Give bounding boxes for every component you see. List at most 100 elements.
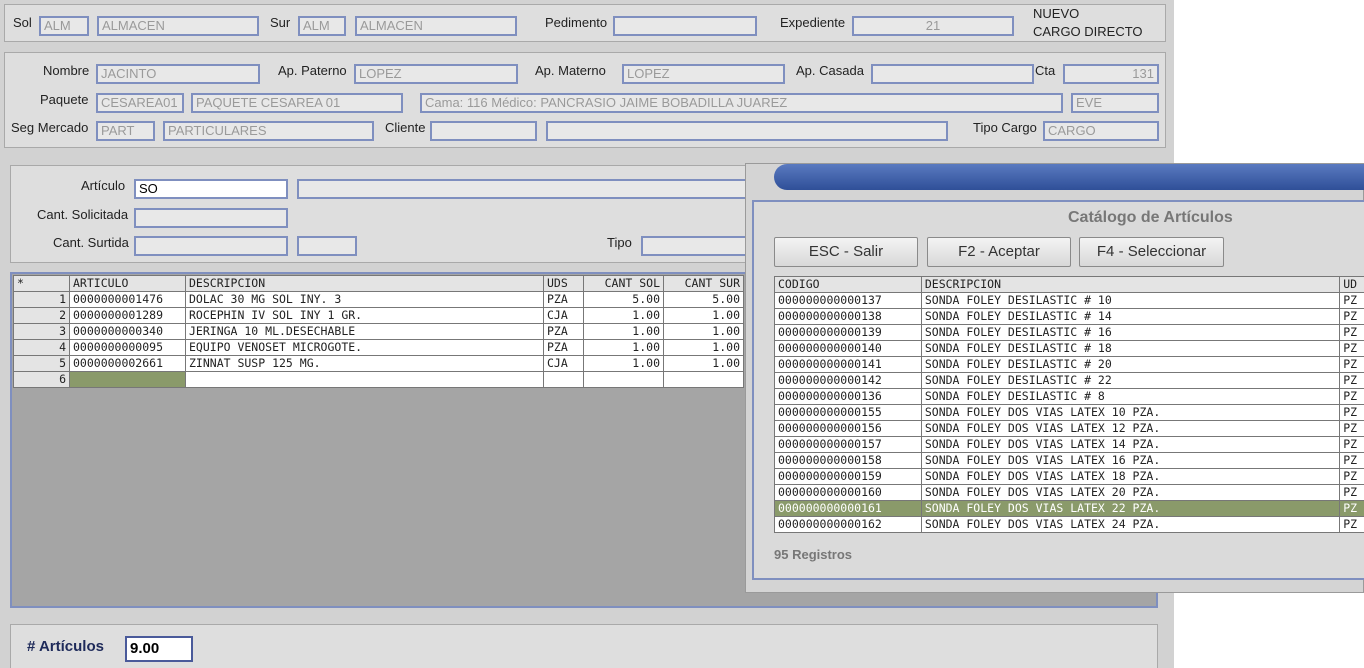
catalog-cell-ud[interactable]: PZ — [1339, 436, 1364, 453]
row-cant-sol[interactable]: 5.00 — [583, 291, 664, 308]
catalog-cell-descripcion[interactable]: SONDA FOLEY DESILASTIC # 22 — [920, 372, 1341, 389]
seg-code-field[interactable]: PART — [96, 121, 155, 141]
grid-header-uds[interactable]: UDS — [543, 275, 584, 292]
catalog-cell-descripcion[interactable]: SONDA FOLEY DESILASTIC # 20 — [920, 356, 1341, 373]
catalog-row[interactable]: 000000000000136 SONDA FOLEY DESILASTIC # … — [774, 388, 1364, 405]
grid-header-cant-sur[interactable]: CANT SUR — [663, 275, 744, 292]
row-articulo[interactable]: 0000000000095 — [69, 339, 186, 356]
table-row[interactable]: 6 — [13, 371, 744, 388]
catalog-cell-descripcion[interactable]: SONDA FOLEY DOS VIAS LATEX 12 PZA. — [920, 420, 1341, 437]
articulo-description-field[interactable] — [297, 179, 757, 199]
catalog-cell-codigo[interactable]: 000000000000137 — [774, 292, 922, 309]
esc-salir-button[interactable]: ESC - Salir — [774, 237, 918, 267]
articulos-count-field[interactable]: 9.00 — [125, 636, 193, 662]
row-articulo[interactable]: 0000000001476 — [69, 291, 186, 308]
catalog-cell-codigo[interactable]: 000000000000138 — [774, 308, 922, 325]
catalog-cell-codigo[interactable]: 000000000000155 — [774, 404, 922, 421]
tipo-field[interactable] — [641, 236, 757, 256]
row-cant-sur[interactable]: 1.00 — [663, 307, 744, 324]
cama-medico-field[interactable]: Cama: 116 Médico: PANCRASIO JAIME BOBADI… — [420, 93, 1063, 113]
catalog-row[interactable]: 000000000000156 SONDA FOLEY DOS VIAS LATE… — [774, 420, 1364, 437]
catalog-cell-ud[interactable]: PZ — [1339, 356, 1364, 373]
row-cant-sur[interactable]: 1.00 — [663, 323, 744, 340]
catalog-cell-descripcion[interactable]: SONDA FOLEY DOS VIAS LATEX 18 PZA. — [920, 468, 1341, 485]
cant-surtida-field[interactable] — [134, 236, 288, 256]
sur-code-field[interactable]: ALM — [298, 16, 346, 36]
articulo-input[interactable]: SO — [134, 179, 288, 199]
row-articulo[interactable]: 0000000002661 — [69, 355, 186, 372]
row-cant-sur[interactable]: 1.00 — [663, 355, 744, 372]
pedimento-field[interactable] — [613, 16, 757, 36]
row-descripcion[interactable]: ROCEPHIN IV SOL INY 1 GR. — [185, 307, 544, 324]
catalog-row[interactable]: 000000000000157 SONDA FOLEY DOS VIAS LATE… — [774, 436, 1364, 453]
catalog-cell-descripcion[interactable]: SONDA FOLEY DESILASTIC # 14 — [920, 308, 1341, 325]
row-cant-sol[interactable]: 1.00 — [583, 307, 664, 324]
row-articulo-active-cell[interactable] — [69, 371, 186, 388]
ap-paterno-field[interactable]: LOPEZ — [354, 64, 518, 84]
catalog-cell-ud[interactable]: PZ — [1339, 452, 1364, 469]
tipo-cargo-field[interactable]: CARGO — [1043, 121, 1159, 141]
table-row[interactable]: 1 0000000001476 DOLAC 30 MG SOL INY. 3 P… — [13, 291, 744, 308]
catalog-cell-descripcion[interactable]: SONDA FOLEY DOS VIAS LATEX 16 PZA. — [920, 452, 1341, 469]
grid-header-cant-sol[interactable]: CANT SOL — [583, 275, 664, 292]
expediente-field[interactable]: 21 — [852, 16, 1014, 36]
table-row[interactable]: 3 0000000000340 JERINGA 10 ML.DESECHABLE… — [13, 323, 744, 340]
catalog-cell-codigo[interactable]: 000000000000141 — [774, 356, 922, 373]
sur-name-field[interactable]: ALMACEN — [355, 16, 517, 36]
grid-header-articulo[interactable]: ARTICULO — [69, 275, 186, 292]
row-uds[interactable] — [543, 371, 584, 388]
catalog-cell-ud[interactable]: PZ — [1339, 324, 1364, 341]
catalog-row[interactable]: 000000000000138 SONDA FOLEY DESILASTIC # … — [774, 308, 1364, 325]
catalog-row[interactable]: 000000000000162 SONDA FOLEY DOS VIAS LATE… — [774, 516, 1364, 533]
catalog-row[interactable]: 000000000000141 SONDA FOLEY DESILASTIC # … — [774, 356, 1364, 373]
paquete-code-field[interactable]: CESAREA01 — [96, 93, 184, 113]
row-cant-sol[interactable] — [583, 371, 664, 388]
catalog-cell-ud[interactable]: PZ — [1339, 516, 1364, 533]
catalog-cell-codigo[interactable]: 000000000000158 — [774, 452, 922, 469]
catalog-cell-descripcion[interactable]: SONDA FOLEY DESILASTIC # 8 — [920, 388, 1341, 405]
catalog-cell-codigo[interactable]: 000000000000157 — [774, 436, 922, 453]
catalog-cell-ud[interactable]: PZ — [1339, 372, 1364, 389]
row-uds[interactable]: PZA — [543, 339, 584, 356]
catalog-title-bar[interactable] — [774, 164, 1364, 190]
catalog-cell-codigo[interactable]: 000000000000142 — [774, 372, 922, 389]
table-row[interactable]: 2 0000000001289 ROCEPHIN IV SOL INY 1 GR… — [13, 307, 744, 324]
paquete-name-field[interactable]: PAQUETE CESAREA 01 — [191, 93, 403, 113]
row-cant-sur[interactable] — [663, 371, 744, 388]
catalog-cell-codigo[interactable]: 000000000000161 — [774, 500, 922, 517]
catalog-cell-descripcion[interactable]: SONDA FOLEY DESILASTIC # 18 — [920, 340, 1341, 357]
cant-surtida-unit-field[interactable] — [297, 236, 357, 256]
row-cant-sol[interactable]: 1.00 — [583, 323, 664, 340]
ap-materno-field[interactable]: LOPEZ — [622, 64, 785, 84]
catalog-cell-codigo[interactable]: 000000000000162 — [774, 516, 922, 533]
f2-aceptar-button[interactable]: F2 - Aceptar — [927, 237, 1071, 267]
catalog-header-ud[interactable]: UD — [1339, 276, 1364, 293]
grid-header-descripcion[interactable]: DESCRIPCION — [185, 275, 544, 292]
catalog-cell-ud[interactable]: PZ — [1339, 388, 1364, 405]
catalog-header-descripcion[interactable]: DESCRIPCION — [920, 276, 1341, 293]
catalog-cell-descripcion[interactable]: SONDA FOLEY DOS VIAS LATEX 10 PZA. — [920, 404, 1341, 421]
catalog-cell-ud[interactable]: PZ — [1339, 404, 1364, 421]
catalog-row-selected[interactable]: 000000000000161 SONDA FOLEY DOS VIAS LATE… — [774, 500, 1364, 517]
catalog-row[interactable]: 000000000000137 SONDA FOLEY DESILASTIC # … — [774, 292, 1364, 309]
f4-seleccionar-button[interactable]: F4 - Seleccionar — [1079, 237, 1224, 267]
row-uds[interactable]: PZA — [543, 291, 584, 308]
row-descripcion[interactable]: EQUIPO VENOSET MICROGOTE. — [185, 339, 544, 356]
catalog-cell-codigo[interactable]: 000000000000156 — [774, 420, 922, 437]
row-uds[interactable]: CJA — [543, 355, 584, 372]
catalog-cell-codigo[interactable]: 000000000000140 — [774, 340, 922, 357]
catalog-cell-ud[interactable]: PZ — [1339, 420, 1364, 437]
row-articulo[interactable]: 0000000000340 — [69, 323, 186, 340]
catalog-cell-ud[interactable]: PZ — [1339, 292, 1364, 309]
catalog-row[interactable]: 000000000000139 SONDA FOLEY DESILASTIC # … — [774, 324, 1364, 341]
catalog-cell-codigo[interactable]: 000000000000159 — [774, 468, 922, 485]
catalog-cell-descripcion[interactable]: SONDA FOLEY DOS VIAS LATEX 14 PZA. — [920, 436, 1341, 453]
catalog-cell-descripcion[interactable]: SONDA FOLEY DOS VIAS LATEX 22 PZA. — [920, 500, 1341, 517]
row-descripcion[interactable]: JERINGA 10 ML.DESECHABLE — [185, 323, 544, 340]
row-uds[interactable]: CJA — [543, 307, 584, 324]
row-descripcion[interactable]: ZINNAT SUSP 125 MG. — [185, 355, 544, 372]
nombre-field[interactable]: JACINTO — [96, 64, 260, 84]
cliente-name-field[interactable] — [546, 121, 948, 141]
catalog-cell-ud[interactable]: PZ — [1339, 484, 1364, 501]
cta-field[interactable]: 131 — [1063, 64, 1159, 84]
